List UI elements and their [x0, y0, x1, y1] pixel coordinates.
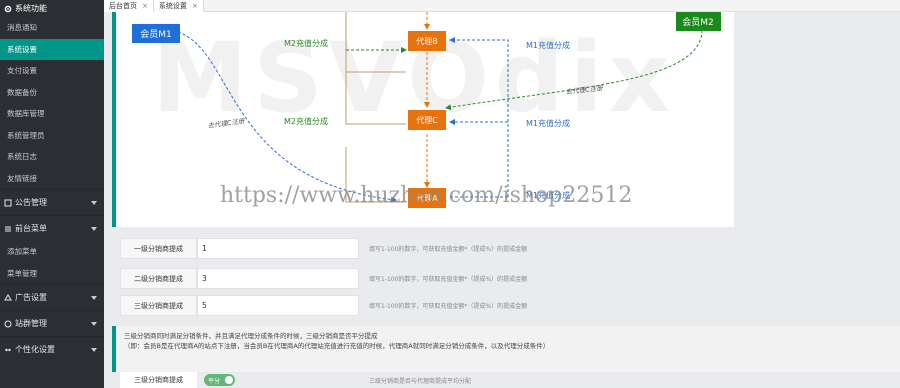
sidebar-item-payment[interactable]: 支付设置: [0, 60, 104, 82]
note-box: 三级分销商同时满足分销条件，并且满足代理分成条件的时候，三级分销商是否平分提成 …: [112, 326, 900, 372]
distribution-diagram: MSVOdix 会员M1 会员M2 代理B 代理C 代理A M2充值分成 M1充…: [112, 12, 734, 227]
sitemap-icon: [4, 320, 12, 328]
sidebar: 系统功能 消息通知 系统设置 支付设置 数据备份 数据库管理 系统管理员 系统日…: [0, 0, 104, 388]
line-left-to-c: [345, 12, 406, 125]
label-m1-to-b: M1充值分成: [526, 40, 570, 50]
sidebar-group-ads[interactable]: 广告设置: [0, 284, 104, 310]
sidebar-group-announcements[interactable]: 公告管理: [0, 189, 104, 215]
label-m2-to-b: M2充值分成: [284, 38, 328, 48]
node-member-m1-label: 会员M1: [140, 28, 172, 40]
chevron-down-icon: [91, 227, 97, 231]
sidebar-item-database[interactable]: 数据库管理: [0, 103, 104, 125]
sidebar-group-site-cluster[interactable]: 站群管理: [0, 310, 104, 336]
form-row-level1: 一级分销商提成 1 填写1-100的数字，可获取充值金额*（提成%）的提成金额: [120, 238, 680, 261]
flow-m2-reg-c: [445, 29, 703, 111]
tab-system-settings[interactable]: 系统设置 ×: [153, 0, 204, 12]
chevron-down-icon: [91, 296, 97, 300]
menu-icon: [4, 225, 12, 233]
gear-icon: [4, 5, 12, 13]
tab-bar: 后台首页 × 系统设置 ×: [104, 0, 900, 12]
label-m1-register: 去代理C注册: [207, 117, 245, 130]
level2-input[interactable]: 3: [197, 268, 359, 289]
sidebar-header[interactable]: 系统功能: [0, 0, 104, 17]
toggle-knob: [225, 376, 233, 384]
overlay-url-watermark: https://www.huzhan.com/ishop22512: [220, 183, 632, 208]
level1-help: 填写1-100的数字，可获取充值金额*（提成%）的提成金额: [369, 246, 528, 253]
sidebar-item-backup[interactable]: 数据备份: [0, 82, 104, 104]
sidebar-item-system-settings[interactable]: 系统设置: [0, 38, 104, 60]
sidebar-header-label: 系统功能: [15, 4, 47, 13]
split-toggle[interactable]: 平分: [204, 374, 235, 386]
level3-help: 填写1-100的数字，可获取充值金额*（提成%）的提成金额: [369, 303, 528, 310]
node-agent-c-label: 代理C: [416, 115, 438, 125]
chevron-down-icon: [91, 348, 97, 352]
main-content: MSVOdix 会员M1 会员M2 代理B 代理C 代理A M2充值分成 M1充…: [112, 12, 900, 388]
sidebar-item-add-menu[interactable]: 添加菜单: [0, 241, 104, 263]
level3-input[interactable]: 5: [197, 295, 359, 316]
sidebar-group-front-menu[interactable]: 前台菜单: [0, 215, 104, 241]
diagram-svg: 会员M1 会员M2 代理B 代理C 代理A M2充值分成 M1充值分成 M2充值…: [132, 12, 721, 208]
level1-input[interactable]: 1: [197, 238, 359, 259]
close-icon[interactable]: ×: [142, 2, 148, 10]
form-row-level3: 三级分销商提成 5 填写1-100的数字，可获取充值金额*（提成%）的提成金额: [120, 295, 680, 318]
sidebar-item-admins[interactable]: 系统管理员: [0, 125, 104, 147]
ad-icon: [4, 293, 12, 302]
level2-label: 二级分销商提成: [120, 268, 197, 289]
sidebar-group-personalize[interactable]: 个性化设置: [0, 336, 104, 362]
form-row-split-switch: 三级分销商提成 平分 三级分销商是否与代理商提成平均分配: [120, 372, 680, 388]
sidebar-item-logs[interactable]: 系统日志: [0, 146, 104, 168]
tab-home[interactable]: 后台首页 ×: [104, 0, 154, 12]
note-line-2: （即：会员B是在代理商A的站点下注册，当会员B在代理商A的代理站充值进行充值的时…: [124, 342, 550, 350]
level1-label: 一级分销商提成: [120, 238, 197, 259]
close-icon[interactable]: ×: [192, 2, 198, 10]
flow-m1-to-b: [449, 37, 509, 197]
sidebar-item-links[interactable]: 友情链接: [0, 168, 104, 190]
level2-help: 填写1-100的数字，可获取充值金额*（提成%）的提成金额: [369, 276, 528, 283]
chevron-down-icon: [91, 201, 97, 205]
flow-m1-reg-a: [177, 31, 397, 203]
sidebar-item-notifications[interactable]: 消息通知: [0, 17, 104, 39]
label-m1-to-c: M1充值分成: [526, 118, 570, 128]
form-row-level2: 二级分销商提成 3 填写1-100的数字，可获取充值金额*（提成%）的提成金额: [120, 268, 680, 291]
level3-label: 三级分销商提成: [120, 295, 197, 316]
note-line-1: 三级分销商同时满足分销条件，并且满足代理分成条件的时候，三级分销商是否平分提成: [124, 332, 378, 340]
split-switch-label: 三级分销商提成: [120, 372, 197, 388]
node-member-m2-label: 会员M2: [682, 16, 714, 28]
announcement-icon: [4, 199, 12, 207]
split-switch-help: 三级分销商是否与代理商提成平均分配: [369, 377, 472, 385]
chevron-down-icon: [91, 322, 97, 326]
node-agent-b-label: 代理B: [416, 36, 438, 46]
label-m2-to-c: M2充值分成: [284, 116, 328, 126]
label-m2-register: 去代理C注册: [565, 84, 603, 96]
sidebar-item-menu-manage[interactable]: 菜单管理: [0, 263, 104, 285]
palette-icon: [4, 346, 12, 354]
